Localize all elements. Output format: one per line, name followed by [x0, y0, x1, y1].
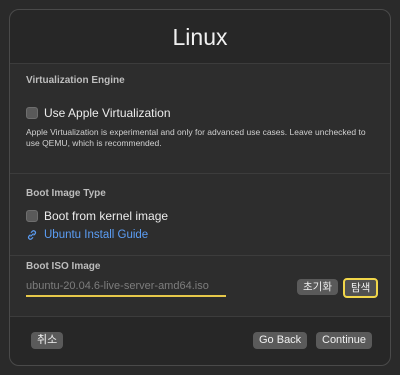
go-back-button[interactable]: Go Back — [253, 332, 308, 349]
boot-from-kernel-row[interactable]: Boot from kernel image — [26, 209, 168, 223]
browse-iso-button[interactable]: 탐색 — [343, 278, 379, 298]
cancel-button[interactable]: 취소 — [31, 332, 64, 349]
virtualization-description: Apple Virtualization is experimental and… — [26, 127, 366, 148]
use-apple-virtualization-checkbox[interactable] — [26, 107, 38, 119]
continue-button[interactable]: Continue — [316, 332, 373, 349]
window-title: Linux — [172, 24, 228, 50]
boot-image-section: Boot Image Type Boot from kernel image U… — [10, 174, 390, 255]
ubuntu-install-guide-label: Ubuntu Install Guide — [44, 229, 149, 241]
boot-iso-header: Boot ISO Image — [26, 261, 101, 272]
ubuntu-install-guide-link[interactable]: Ubuntu Install Guide — [26, 229, 148, 241]
boot-iso-path-field[interactable]: ubuntu-20.04.6-live-server-amd64.iso — [26, 280, 226, 297]
virtualization-header: Virtualization Engine — [26, 75, 125, 86]
use-apple-virtualization-label: Use Apple Virtualization — [44, 106, 171, 120]
linux-setup-window: Linux Virtualization Engine Use Apple Vi… — [9, 9, 391, 366]
virtualization-section: Virtualization Engine Use Apple Virtuali… — [10, 64, 390, 173]
boot-from-kernel-label: Boot from kernel image — [44, 209, 169, 223]
clear-iso-button[interactable]: 초기화 — [297, 279, 338, 295]
boot-image-header: Boot Image Type — [26, 188, 106, 199]
footer-divider — [10, 316, 390, 317]
link-icon — [27, 230, 37, 240]
use-apple-virtualization-row[interactable]: Use Apple Virtualization — [26, 106, 171, 120]
boot-from-kernel-checkbox[interactable] — [26, 210, 38, 222]
